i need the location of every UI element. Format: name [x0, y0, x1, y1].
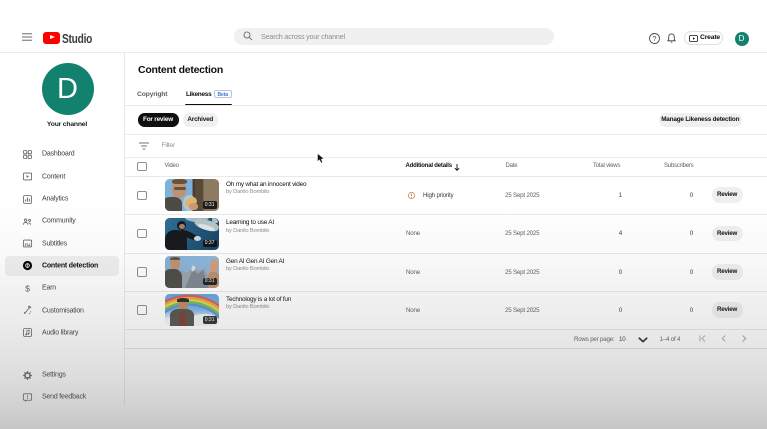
svg-text:$: $	[25, 283, 30, 293]
svg-text:?: ?	[653, 36, 657, 43]
